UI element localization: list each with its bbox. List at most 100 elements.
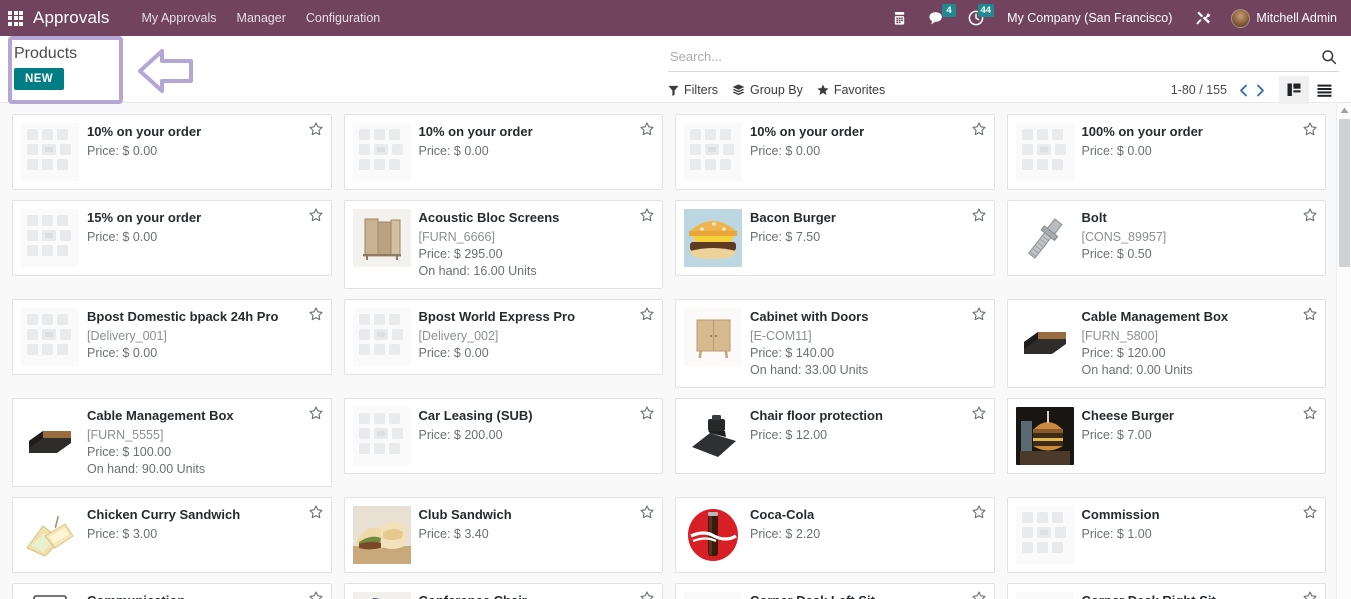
star-outline-icon[interactable] (640, 122, 654, 136)
product-card[interactable]: 10% on your order Price: $ 0.00 (675, 114, 995, 190)
menu-my-approvals[interactable]: My Approvals (132, 0, 227, 36)
product-card[interactable]: 15% on your order Price: $ 0.00 (12, 200, 332, 276)
chevron-left-icon[interactable] (1235, 84, 1252, 97)
search-icon[interactable] (1319, 49, 1339, 65)
kanban-card[interactable]: 100% on your order Price: $ 0.00 (1001, 109, 1333, 195)
kanban-card[interactable]: Chicken Curry Sandwich Price: $ 3.00 (6, 492, 338, 578)
kanban-card[interactable]: Car Leasing (SUB) Price: $ 200.00 (338, 393, 670, 492)
star-outline-icon[interactable] (308, 122, 323, 136)
kanban-card[interactable]: Commission Price: $ 1.00 (1001, 492, 1333, 578)
scrollbar-thumb[interactable] (1339, 119, 1350, 267)
star-outline-icon[interactable] (1303, 122, 1317, 136)
star-outline-icon[interactable] (640, 591, 654, 599)
product-name: 15% on your order (87, 210, 202, 225)
star-outline-icon[interactable] (1303, 208, 1317, 222)
product-card[interactable]: Chicken Curry Sandwich Price: $ 3.00 (12, 497, 332, 573)
kanban-view-icon[interactable] (1279, 76, 1309, 104)
product-card[interactable]: Chair floor protection Price: $ 12.00 (675, 398, 995, 474)
kanban-card[interactable]: Chair floor protection Price: $ 12.00 (669, 393, 1001, 492)
product-card[interactable]: Cable Management Box [FURN_5555] Price: $… (12, 398, 332, 487)
product-card[interactable]: Cheese Burger Price: $ 7.00 (1006, 398, 1326, 474)
product-card[interactable]: Cabinet with Doors [E-COM11] Price: $ 140… (675, 299, 995, 388)
kanban-card[interactable]: Club Sandwich Price: $ 3.40 (338, 492, 670, 578)
star-outline-icon[interactable] (308, 208, 323, 222)
product-card[interactable]: Cable Management Box [FURN_5800] Price: $… (1006, 299, 1326, 388)
chevron-right-icon[interactable] (1252, 84, 1269, 97)
kanban-card[interactable]: Cheese Burger Price: $ 7.00 (1001, 393, 1333, 492)
product-price: Price: $ 0.00 (418, 346, 489, 360)
kanban-card[interactable]: Bpost Domestic bpack 24h Pro [Delivery_0… (6, 294, 338, 393)
product-card[interactable]: Bacon Burger Price: $ 7.50 (675, 200, 995, 276)
vertical-scrollbar[interactable] (1336, 103, 1351, 599)
product-card[interactable]: Bpost World Express Pro [Delivery_002] Pr… (343, 299, 663, 375)
product-card[interactable]: Commission Price: $ 1.00 (1006, 497, 1326, 573)
product-card[interactable]: Coca-Cola Price: $ 2.20 (675, 497, 995, 573)
star-outline-icon[interactable] (1303, 505, 1317, 519)
pager-counter[interactable]: 1-80 / 155 (1171, 83, 1227, 97)
company-switcher[interactable]: My Company (San Francisco) (995, 11, 1184, 25)
new-button[interactable]: NEW (14, 68, 65, 90)
product-card[interactable]: Car Leasing (SUB) Price: $ 200.00 (343, 398, 663, 474)
star-outline-icon[interactable] (971, 208, 986, 222)
product-card[interactable]: Corner Desk Right Sit [E-COM06] (1006, 583, 1326, 599)
star-outline-icon[interactable] (1303, 406, 1317, 420)
kanban-card[interactable]: Coca-Cola Price: $ 2.20 (669, 492, 1001, 578)
star-outline-icon[interactable] (1303, 591, 1317, 599)
user-menu[interactable]: Mitchell Admin (1223, 8, 1341, 28)
favorites-button[interactable]: Favorites (817, 81, 885, 99)
search-input[interactable] (668, 49, 1319, 64)
product-card[interactable]: Bpost Domestic bpack 24h Pro [Delivery_0… (12, 299, 332, 375)
kanban-card[interactable]: 10% on your order Price: $ 0.00 (6, 109, 338, 195)
list-view-icon[interactable] (1309, 76, 1339, 104)
kanban-card[interactable]: Acoustic Bloc Screens [FURN_6666] Price: … (338, 195, 670, 294)
kanban-card[interactable]: 10% on your order Price: $ 0.00 (669, 109, 1001, 195)
product-card[interactable]: 10% on your order Price: $ 0.00 (12, 114, 332, 190)
star-outline-icon[interactable] (971, 307, 986, 321)
product-card[interactable]: 10% on your order Price: $ 0.00 (343, 114, 663, 190)
product-card[interactable]: $ Communication [COMM] (12, 583, 332, 599)
star-outline-icon[interactable] (308, 505, 323, 519)
star-outline-icon[interactable] (971, 505, 986, 519)
kanban-card[interactable]: Conference Chair 2 Variants (338, 578, 670, 599)
star-outline-icon[interactable] (308, 406, 323, 420)
kanban-card[interactable]: Cable Management Box [FURN_5800] Price: $… (1001, 294, 1333, 393)
star-outline-icon[interactable] (971, 406, 986, 420)
chat-icon[interactable]: 4 (918, 0, 957, 36)
kanban-card[interactable]: $ Communication [COMM] (6, 578, 338, 599)
apps-grid-icon[interactable] (8, 10, 23, 26)
wrench-screwdriver-icon[interactable] (1184, 0, 1223, 36)
kanban-card[interactable]: Cable Management Box [FURN_5555] Price: $… (6, 393, 338, 492)
kanban-card[interactable]: Bacon Burger Price: $ 7.50 (669, 195, 1001, 294)
phone-icon[interactable] (881, 0, 918, 36)
product-card[interactable]: Corner Desk Left Sit [FURN_1118] (675, 583, 995, 599)
product-card[interactable]: Bolt [CONS_89957] Price: $ 0.50 (1006, 200, 1326, 276)
menu-manager[interactable]: Manager (227, 0, 296, 36)
product-card[interactable]: 100% on your order Price: $ 0.00 (1006, 114, 1326, 190)
product-card[interactable]: Conference Chair 2 Variants (343, 583, 663, 599)
menu-configuration[interactable]: Configuration (296, 0, 390, 36)
kanban-card[interactable]: Bpost World Express Pro [Delivery_002] Pr… (338, 294, 670, 393)
star-outline-icon[interactable] (640, 406, 654, 420)
product-card[interactable]: Acoustic Bloc Screens [FURN_6666] Price: … (343, 200, 663, 289)
kanban-card[interactable]: Bolt [CONS_89957] Price: $ 0.50 (1001, 195, 1333, 294)
filters-button[interactable]: Filters (668, 81, 718, 99)
star-outline-icon[interactable] (971, 591, 986, 599)
product-name: 10% on your order (750, 124, 865, 139)
star-outline-icon[interactable] (640, 505, 654, 519)
star-outline-icon[interactable] (1303, 307, 1317, 321)
clock-icon[interactable]: 44 (957, 0, 995, 36)
kanban-card[interactable]: Cabinet with Doors [E-COM11] Price: $ 140… (669, 294, 1001, 393)
app-brand-approvals[interactable]: Approvals (33, 8, 110, 28)
kanban-card[interactable]: Corner Desk Left Sit [FURN_1118] (669, 578, 1001, 599)
star-outline-icon[interactable] (640, 307, 654, 321)
scroll-up-arrow-icon[interactable] (1337, 103, 1351, 118)
product-card[interactable]: Club Sandwich Price: $ 3.40 (343, 497, 663, 573)
group-by-button[interactable]: Group By (732, 81, 803, 99)
kanban-card[interactable]: 15% on your order Price: $ 0.00 (6, 195, 338, 294)
kanban-card[interactable]: Corner Desk Right Sit [E-COM06] (1001, 578, 1333, 599)
kanban-card[interactable]: 10% on your order Price: $ 0.00 (338, 109, 670, 195)
star-outline-icon[interactable] (971, 122, 986, 136)
star-outline-icon[interactable] (308, 591, 323, 599)
star-outline-icon[interactable] (640, 208, 654, 222)
star-outline-icon[interactable] (308, 307, 323, 321)
